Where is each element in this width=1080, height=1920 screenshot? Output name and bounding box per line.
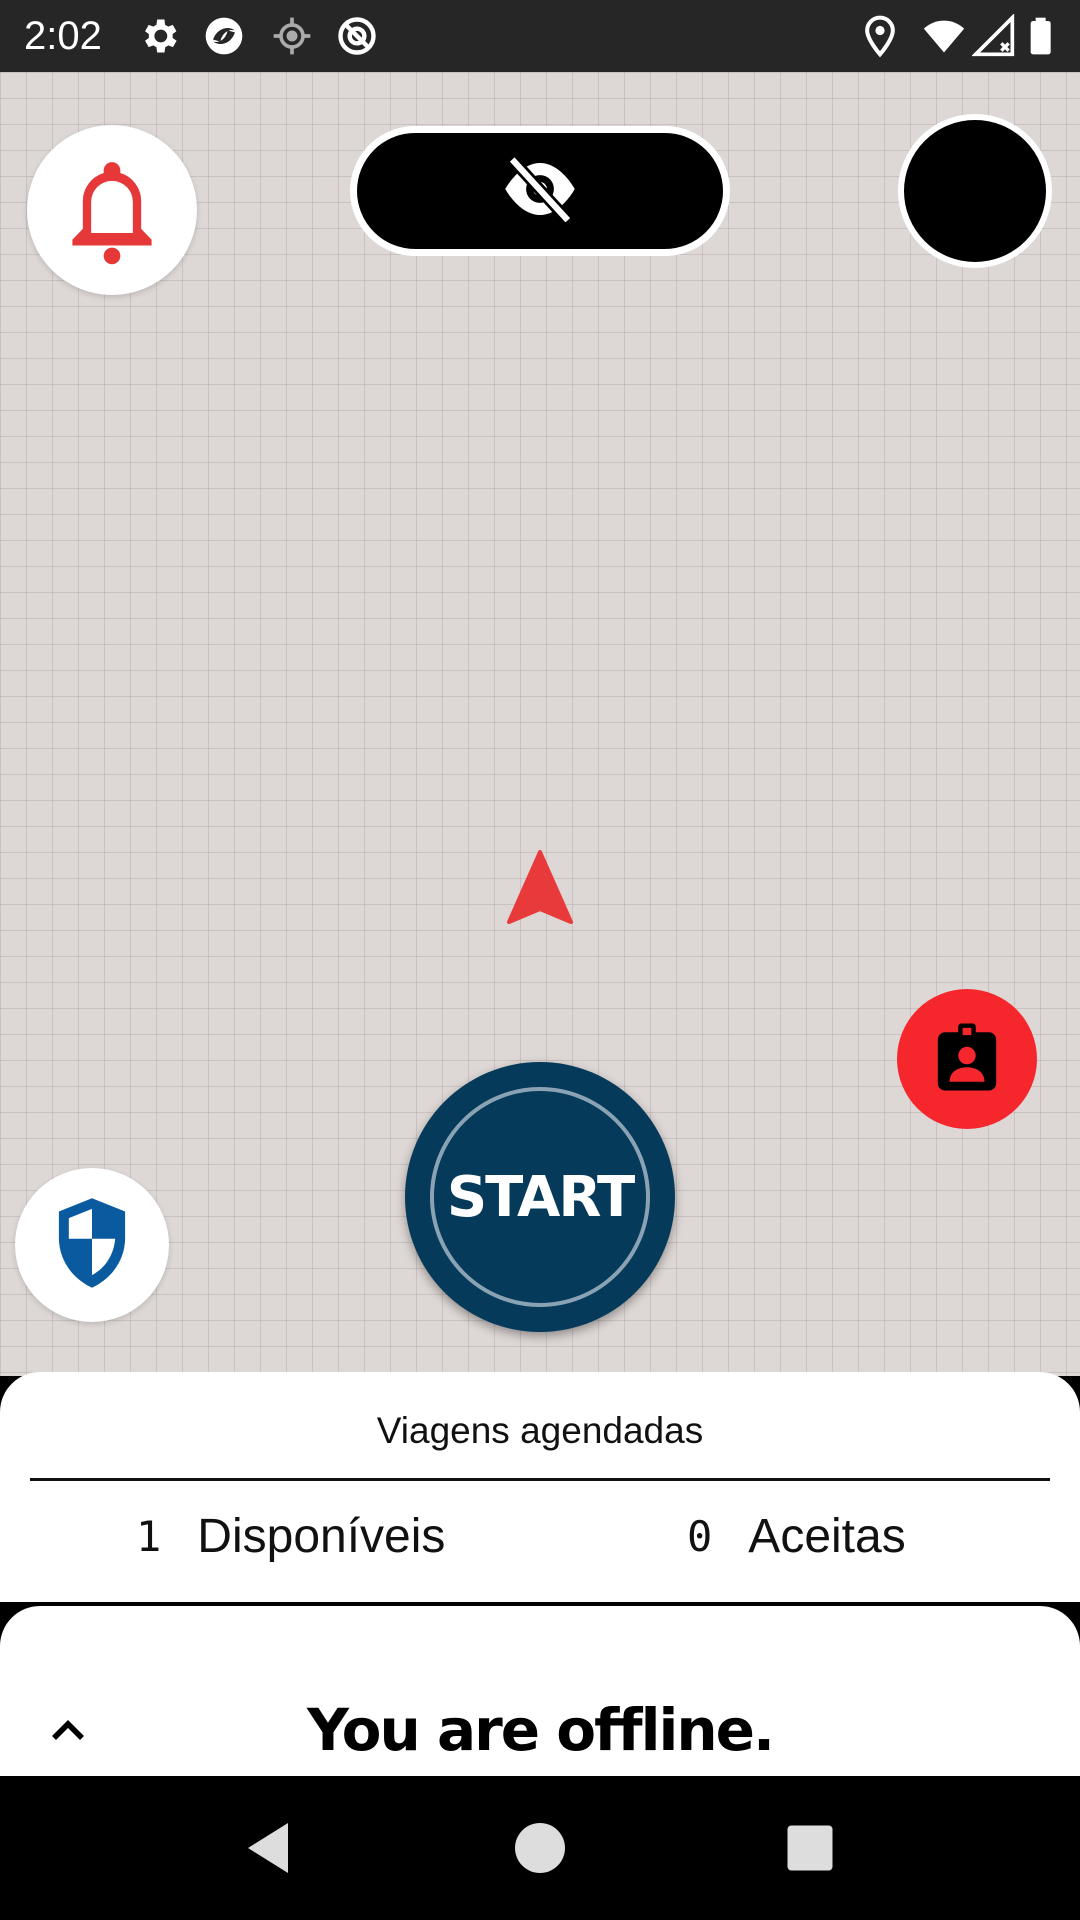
accepted-trips-tab[interactable]: 0 Aceitas [687,1506,906,1566]
start-button-ring: START [430,1087,650,1307]
navigation-arrow-icon [505,848,575,928]
driver-badge-icon [932,1020,1002,1099]
wifi-icon [922,14,966,58]
bell-icon [62,148,162,273]
safety-button[interactable] [15,1168,169,1322]
notifications-button[interactable] [27,125,197,295]
shield-icon [52,1195,132,1296]
recents-icon[interactable] [780,1818,840,1878]
available-label: Disponíveis [197,1509,446,1563]
signal-icon [972,14,1016,58]
avatar[interactable] [898,114,1052,268]
eye-off-icon [498,154,582,227]
back-icon[interactable] [238,1818,298,1878]
app-icon [202,14,246,58]
start-button[interactable]: START [405,1062,675,1332]
navigation-bar [0,1776,1080,1920]
available-count: 1 [136,1511,162,1561]
available-trips-tab[interactable]: 1 Disponíveis [136,1506,445,1566]
no-tracking-icon [335,14,379,58]
visibility-toggle-button[interactable] [350,126,730,256]
location-crosshair-icon [270,14,314,58]
home-icon[interactable] [510,1818,570,1878]
scheduled-trips-card: Viagens agendadas 1 Disponíveis 0 Aceita… [0,1372,1080,1602]
scheduled-trips-title: Viagens agendadas [376,1410,704,1451]
divider [30,1478,1050,1481]
location-pin-icon [858,14,902,58]
offline-status-text: You are offline. [306,1696,775,1764]
battery-icon [1024,14,1064,58]
status-time: 2:02 [24,14,102,58]
status-bar: 2:02 [0,0,1080,72]
accepted-count: 0 [687,1511,713,1561]
settings-icon [137,14,181,58]
driver-badge-button[interactable] [897,989,1037,1129]
status-sheet[interactable]: You are offline. [0,1606,1080,1776]
accepted-label: Aceitas [748,1509,906,1563]
start-label: START [446,1164,635,1230]
